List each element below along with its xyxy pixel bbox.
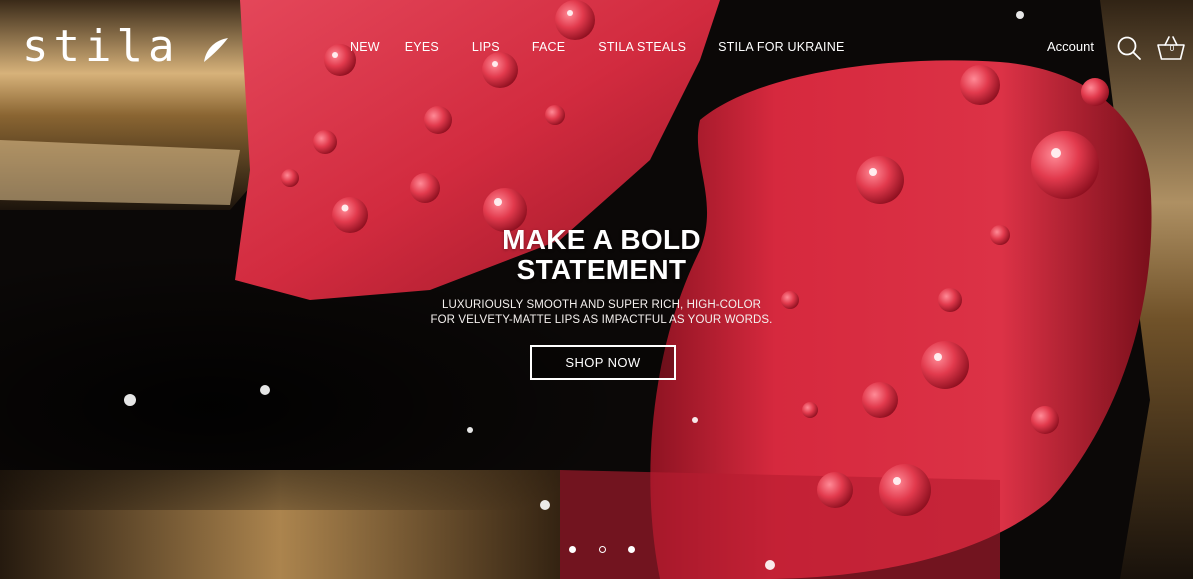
- nav-item-eyes[interactable]: EYES: [405, 39, 439, 55]
- subtext-line-1: LUXURIOUSLY SMOOTH AND SUPER RICH, HIGH-…: [441, 299, 762, 311]
- stila-logo[interactable]: stila: [22, 22, 179, 72]
- carousel-dot-active[interactable]: [599, 546, 606, 553]
- nav-item-stila-steals[interactable]: STILA STEALS: [598, 39, 686, 55]
- carousel-dot[interactable]: [569, 546, 576, 553]
- hero-copy: MAKE A BOLD STATEMENT LUXURIOUSLY SMOOTH…: [380, 225, 823, 328]
- hero-headline: MAKE A BOLD STATEMENT: [380, 225, 823, 285]
- carousel-dots: [566, 544, 646, 556]
- carousel-dot[interactable]: [628, 546, 635, 553]
- nav-item-stila-for-ukraine[interactable]: STILA FOR UKRAINE: [718, 39, 844, 55]
- headline-line-2: STATEMENT: [516, 254, 687, 285]
- nav-item-new[interactable]: NEW: [350, 39, 380, 55]
- nav-item-face[interactable]: FACE: [532, 39, 565, 55]
- search-icon[interactable]: [1116, 35, 1142, 61]
- main-nav: NEW EYES LIPS FACE STILA STEALS STILA FO…: [350, 39, 844, 55]
- basket-count-badge: 0: [1169, 44, 1175, 53]
- subtext-line-2: FOR VELVETY-MATTE LIPS AS IMPACTFUL AS Y…: [430, 314, 773, 326]
- account-link[interactable]: Account: [1047, 39, 1094, 55]
- nav-item-lips[interactable]: LIPS: [472, 39, 500, 55]
- headline-line-1: MAKE A BOLD: [502, 224, 701, 255]
- shop-now-button[interactable]: SHOP NOW: [530, 345, 676, 380]
- site-header: stila NEW EYES LIPS FACE STILA STEALS ST…: [0, 0, 1193, 95]
- logo-mark-icon: [204, 38, 228, 62]
- hero-subtext: LUXURIOUSLY SMOOTH AND SUPER RICH, HIGH-…: [380, 298, 823, 328]
- hero-banner: stila NEW EYES LIPS FACE STILA STEALS ST…: [0, 0, 1193, 579]
